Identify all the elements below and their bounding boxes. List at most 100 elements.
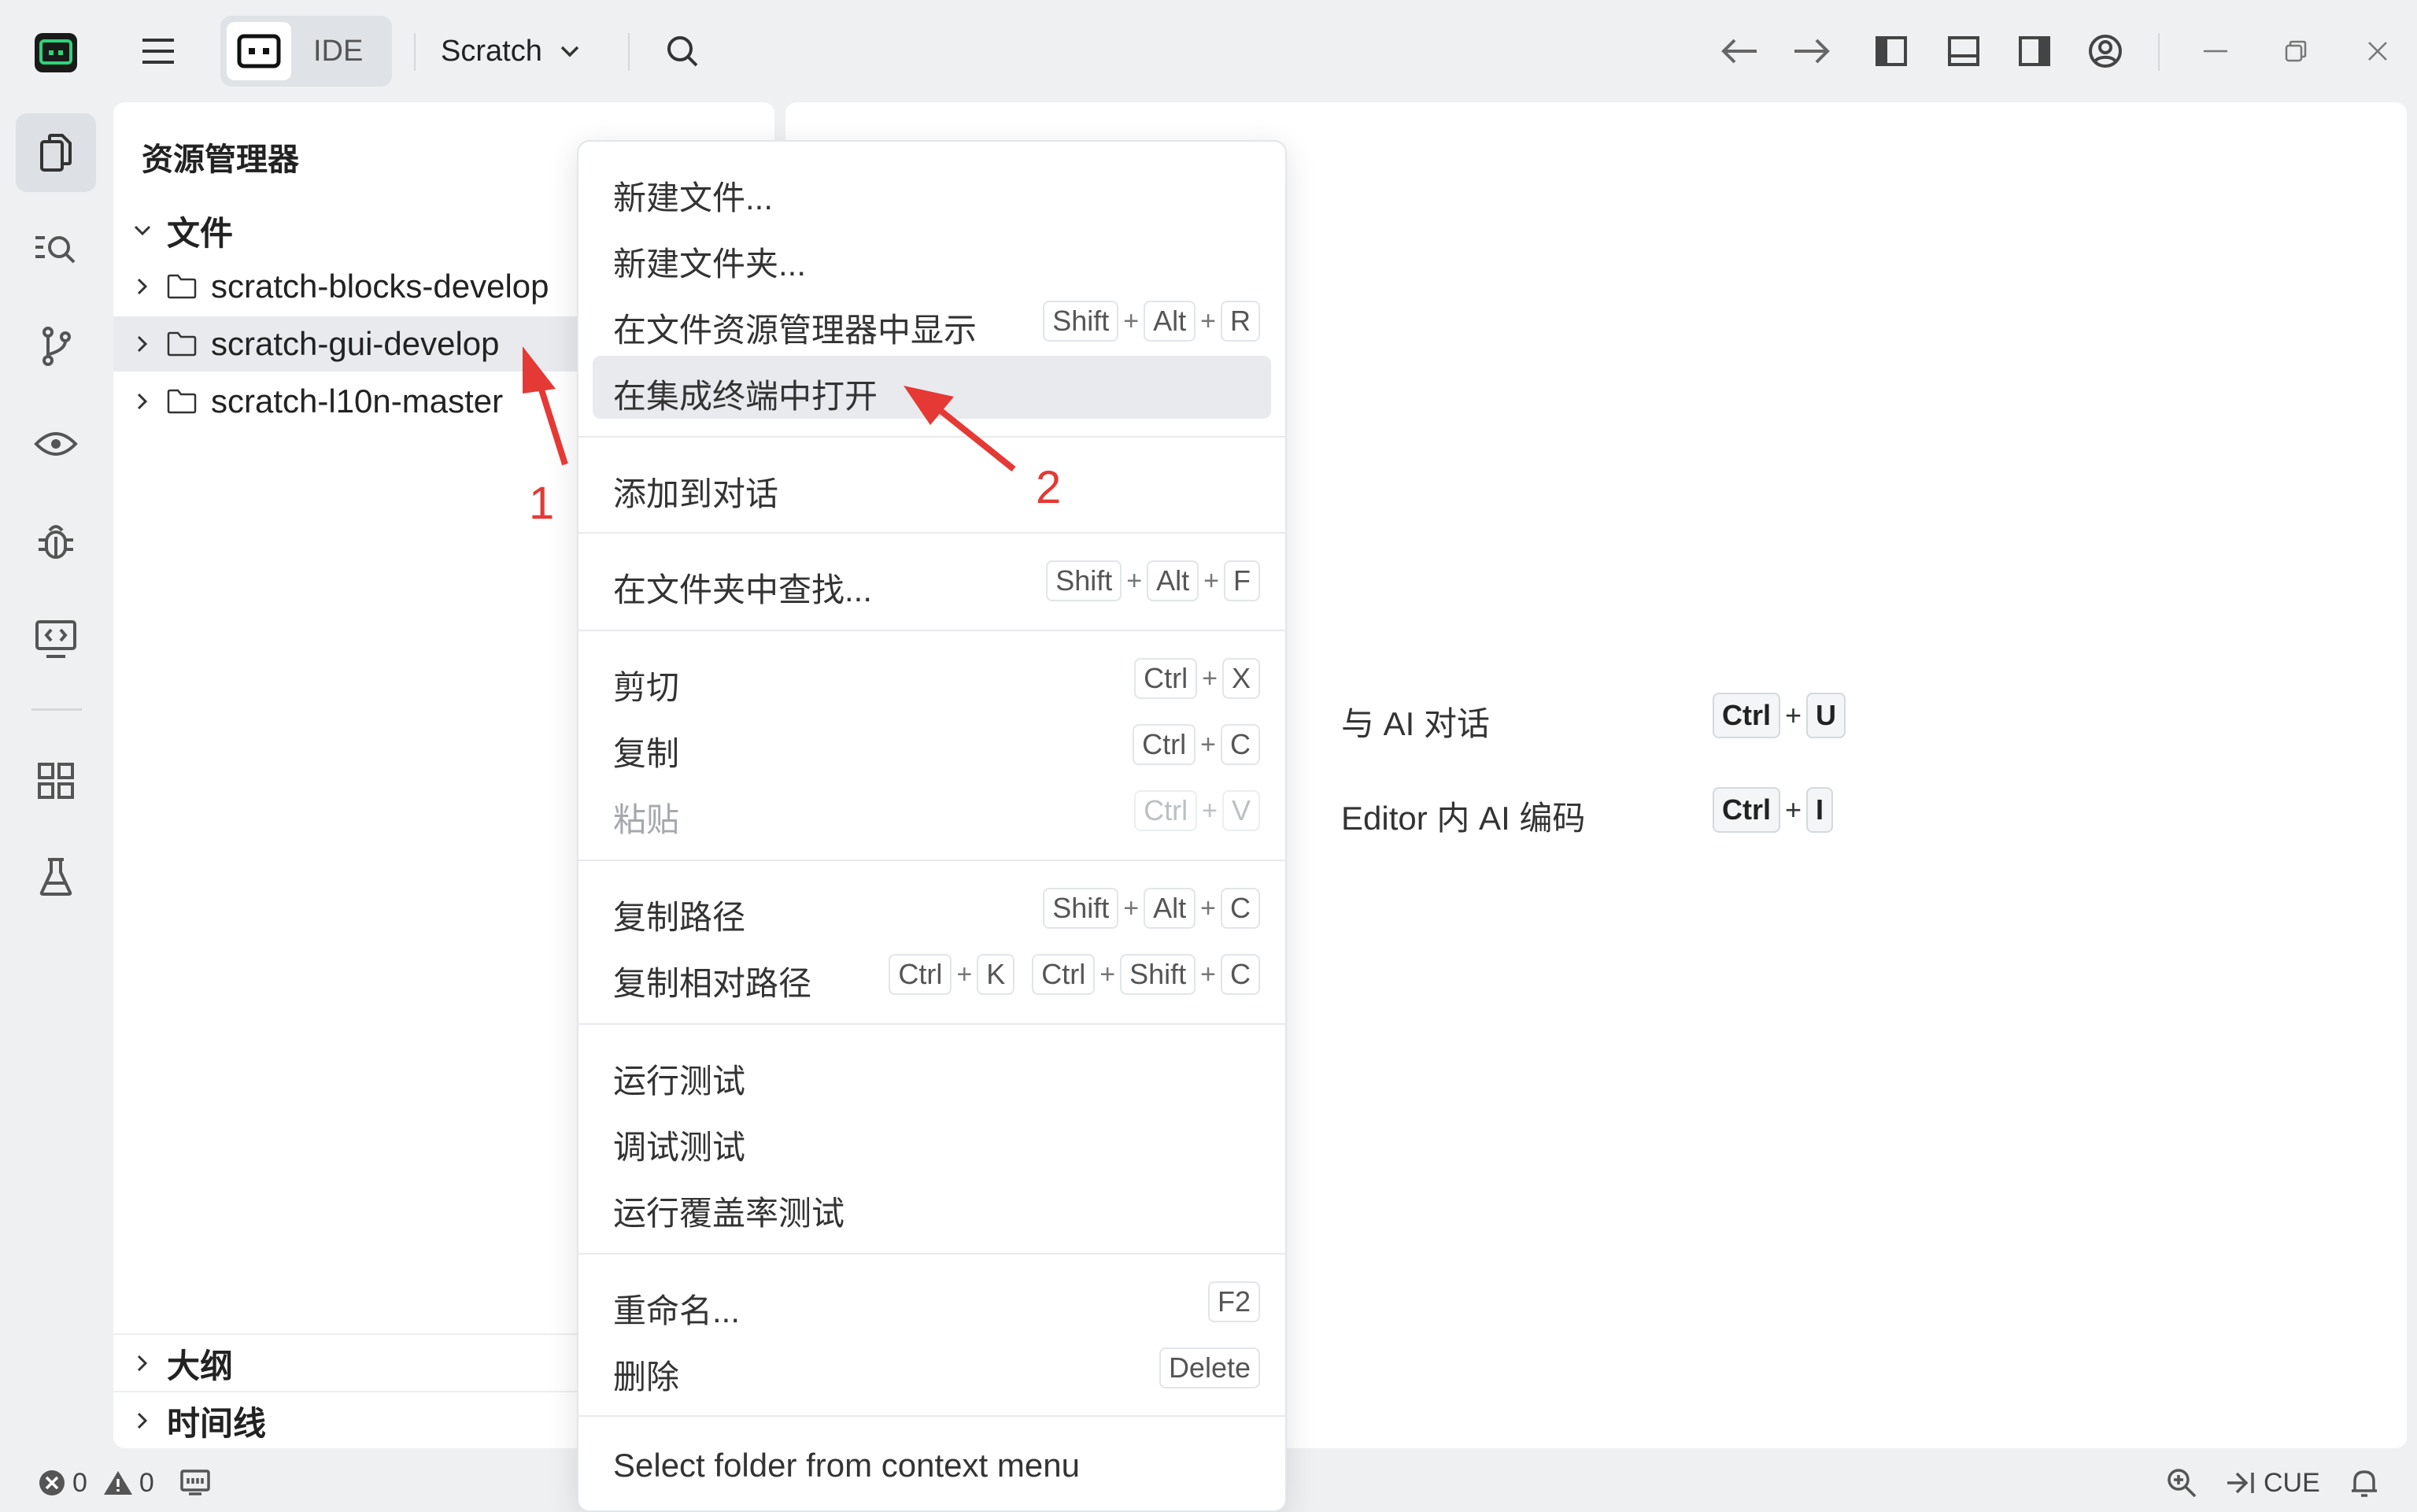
extensions-grid-icon[interactable] [16,741,96,820]
key: V [1221,790,1260,831]
menu-item-reveal-in-explorer[interactable]: 在文件资源管理器中显示 Shift + Alt + R [593,290,1271,353]
shortcut: Shift + Alt + C [1043,888,1260,929]
key: Ctrl [1133,724,1196,765]
key: R [1221,301,1260,342]
folder-icon [167,274,197,299]
hint-label: Editor 内 AI 编码 [1341,800,1586,837]
menu-item-copy[interactable]: 复制 Ctrl + C [593,713,1271,776]
shortcut: Ctrl + X [1134,658,1260,699]
testing-flask-icon[interactable] [16,837,96,916]
ide-mode-icon[interactable] [227,22,291,80]
menu-item-copy-relative-path[interactable]: 复制相对路径 Ctrl + K Ctrl + Shift + C [593,943,1271,1006]
project-label[interactable]: Scratch [441,35,542,68]
minimize-icon[interactable] [2188,24,2243,79]
menu-item-rename[interactable]: 重命名... F2 [593,1270,1271,1333]
menu-item-label: 删除 [613,1359,680,1396]
notifications-bell-icon[interactable] [2350,1464,2378,1502]
key: Ctrl [1713,693,1780,738]
key: U [1806,693,1846,738]
preview-eye-icon[interactable] [16,405,96,483]
menu-item-label: 复制路径 [613,899,746,936]
annotation-number: 2 [1036,462,1062,513]
warning-count: 0 [139,1467,154,1498]
hint-shortcut: Ctrl + I [1713,787,1834,833]
ports-icon[interactable] [179,1464,211,1502]
key: Ctrl [1032,954,1096,995]
menu-item-run-coverage-tests[interactable]: 运行覆盖率测试 [593,1173,1271,1236]
folder-name: scratch-gui-develop [211,325,500,362]
section-label: 文件 [167,214,234,252]
toggle-left-panel-icon[interactable] [1864,24,1919,79]
menu-item-add-to-chat[interactable]: 添加到对话 [593,453,1271,516]
shortcut: Delete [1159,1347,1260,1388]
menu-item-copy-path[interactable]: 复制路径 Shift + Alt + C [593,877,1271,940]
restore-icon[interactable] [2268,24,2323,79]
back-arrow-icon[interactable] [1713,24,1768,79]
account-icon[interactable] [2078,24,2133,79]
close-icon[interactable] [2350,24,2405,79]
menu-icon[interactable] [131,24,186,79]
menu-item-select-folder[interactable]: Select folder from context menu [593,1433,1271,1495]
key: Shift [1043,301,1119,342]
shortcut: Ctrl + K Ctrl + Shift + C [889,954,1260,995]
toggle-right-panel-icon[interactable] [2007,24,2062,79]
mode-switch[interactable]: IDE [220,16,392,87]
menu-item-find-in-folder[interactable]: 在文件夹中查找... Shift + Alt + F [593,549,1271,612]
problems-indicator[interactable]: 0 0 [38,1464,154,1502]
menu-divider [578,860,1285,861]
hint-shortcut: Ctrl + U [1713,693,1846,738]
key: Shift [1046,560,1122,601]
shortcut: Ctrl + C [1133,724,1260,765]
shortcut: Shift + Alt + F [1046,560,1260,601]
title-bar: IDE Scratch [0,0,2417,102]
panel-title: 资源管理器 [142,142,299,177]
debug-bug-icon[interactable] [16,502,96,581]
zoom-icon[interactable] [2166,1464,2197,1502]
menu-item-debug-tests[interactable]: 调试测试 [593,1107,1271,1170]
activity-bar [0,102,112,1456]
menu-item-paste: 粘贴 Ctrl + V [593,779,1271,842]
menu-item-cut[interactable]: 剪切 Ctrl + X [593,647,1271,710]
menu-item-new-file[interactable]: 新建文件... [593,157,1271,220]
title-separator [414,33,416,71]
cue-indicator[interactable]: CUE [2226,1464,2320,1502]
key: Shift [1043,888,1119,929]
source-control-icon[interactable] [16,307,96,386]
remote-screen-icon[interactable] [16,600,96,678]
toggle-bottom-panel-icon[interactable] [1936,24,1991,79]
mode-label[interactable]: IDE [313,35,363,68]
key: Alt [1147,560,1199,601]
menu-item-delete[interactable]: 删除 Delete [593,1336,1271,1399]
title-separator [2158,33,2160,71]
annotation-number: 1 [529,478,555,529]
menu-item-label: 剪切 [613,669,680,706]
explorer-icon[interactable] [16,113,96,192]
chevron-right-icon [129,393,156,410]
key: Ctrl [1134,658,1198,699]
shortcut: Ctrl + V [1134,790,1260,831]
search-files-icon[interactable] [16,209,96,288]
shortcut: Shift + Alt + R [1043,301,1260,342]
menu-item-label: 复制相对路径 [613,965,812,1002]
menu-item-label: 在文件夹中查找... [613,571,873,608]
menu-item-label: 在文件资源管理器中显示 [613,312,978,349]
key: Delete [1159,1347,1260,1388]
menu-item-run-tests[interactable]: 运行测试 [593,1041,1271,1104]
key: C [1221,888,1260,929]
menu-item-label: Select folder from context menu [613,1447,1080,1484]
key: Ctrl [889,954,952,995]
shortcut: F2 [1207,1281,1260,1322]
folder-name: scratch-l10n-master [211,383,504,420]
project-selector[interactable]: Scratch [441,24,580,79]
menu-item-new-folder[interactable]: 新建文件夹... [593,224,1271,287]
key: C [1221,954,1260,995]
search-icon[interactable] [655,24,710,79]
section-label: 时间线 [167,1404,267,1442]
menu-divider [578,1253,1285,1255]
error-icon [39,1470,65,1495]
menu-item-label: 在集成终端中打开 [613,378,878,415]
menu-item-open-in-terminal[interactable]: 在集成终端中打开 [593,356,1271,419]
forward-arrow-icon[interactable] [1783,24,1839,79]
key: Shift [1120,954,1196,995]
menu-divider [578,1415,1285,1417]
